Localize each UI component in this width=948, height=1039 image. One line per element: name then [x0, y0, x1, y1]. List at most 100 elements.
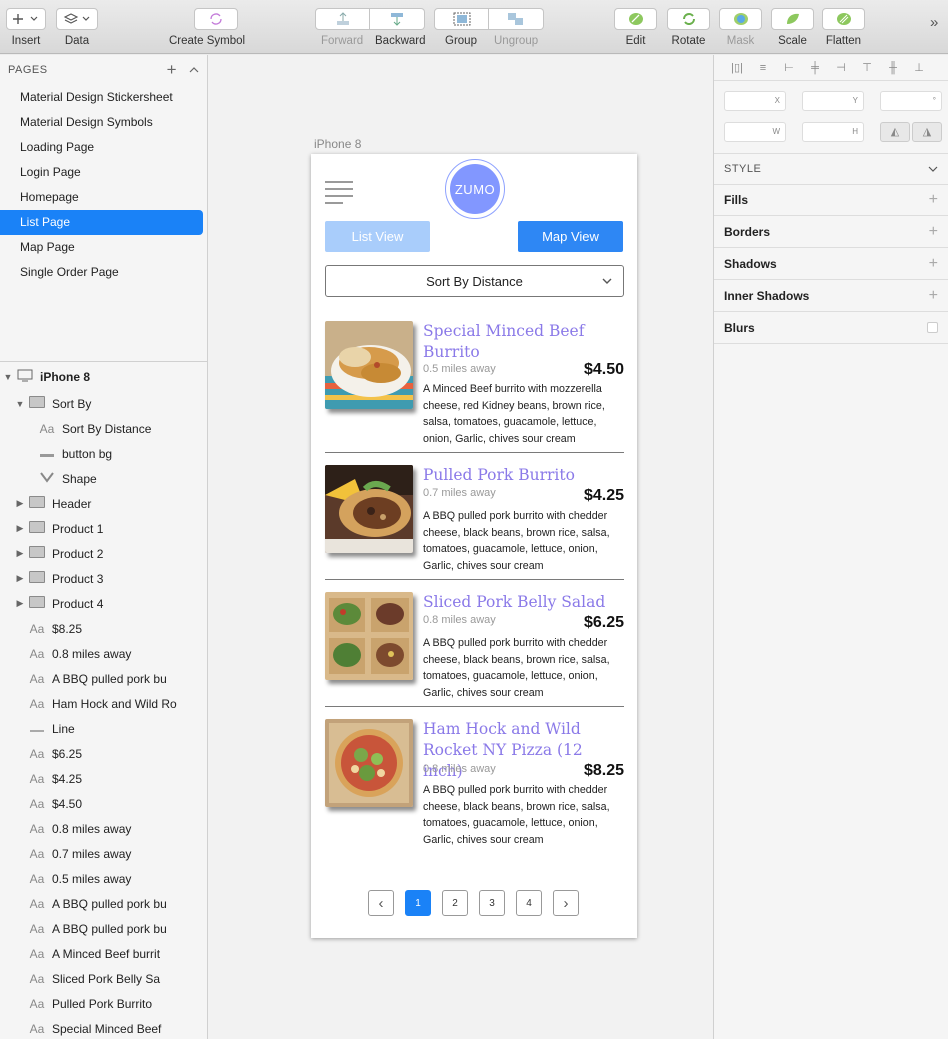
pagination-page-1[interactable]: 1: [405, 890, 431, 916]
shadows-section[interactable]: Shadows +: [714, 248, 948, 280]
layer-text[interactable]: Aa 0.7 miles away: [0, 841, 207, 866]
layer-text[interactable]: Aa Sort By Distance: [0, 416, 207, 441]
add-fill-icon[interactable]: +: [929, 191, 938, 209]
layer-text[interactable]: Aa Ham Hock and Wild Ro: [0, 691, 207, 716]
x-field[interactable]: X: [724, 91, 786, 111]
pagination-next-button[interactable]: ›: [553, 890, 579, 916]
rotation-field[interactable]: °: [880, 91, 942, 111]
product-name[interactable]: Special Minced Beef Burrito: [423, 321, 623, 363]
layer-group[interactable]: ▶ Header: [0, 491, 207, 516]
pagination-page-4[interactable]: 4: [516, 890, 542, 916]
data-tool[interactable]: Data: [56, 8, 98, 47]
layer-group[interactable]: ▶ Product 3: [0, 566, 207, 591]
y-field[interactable]: Y: [802, 91, 864, 111]
layer-artboard[interactable]: ▼ iPhone 8: [0, 363, 207, 391]
add-border-icon[interactable]: +: [929, 223, 938, 241]
edit-tool[interactable]: Edit: [614, 8, 657, 47]
layer-group[interactable]: ▶ Product 1: [0, 516, 207, 541]
layer-shape[interactable]: Shape: [0, 466, 207, 491]
layer-text[interactable]: Aa A Minced Beef burrit: [0, 941, 207, 966]
flatten-tool[interactable]: Flatten: [822, 8, 865, 47]
disclosure-open-icon[interactable]: ▼: [14, 399, 26, 409]
width-field[interactable]: W: [724, 122, 786, 142]
disclosure-closed-icon[interactable]: ▶: [14, 548, 26, 559]
layer-group[interactable]: ▶ Product 4: [0, 591, 207, 616]
align-left-icon[interactable]: ⊢: [776, 61, 802, 74]
add-page-icon[interactable]: +: [167, 60, 177, 80]
mask-tool[interactable]: Mask: [719, 8, 762, 47]
layer-text[interactable]: Aa Pulled Pork Burrito: [0, 991, 207, 1016]
sort-dropdown[interactable]: Sort By Distance: [325, 265, 624, 297]
page-item[interactable]: Loading Page: [0, 135, 207, 160]
disclosure-open-icon[interactable]: ▼: [2, 372, 14, 382]
product-name[interactable]: Pulled Pork Burrito: [423, 465, 623, 486]
disclosure-closed-icon[interactable]: ▶: [14, 523, 26, 534]
product-card[interactable]: Pulled Pork Burrito 0.7 miles away $4.25…: [325, 465, 624, 581]
blurs-section[interactable]: Blurs: [714, 312, 948, 344]
layer-text[interactable]: Aa 0.8 miles away: [0, 641, 207, 666]
layer-text[interactable]: Aa A BBQ pulled pork bu: [0, 916, 207, 941]
product-card[interactable]: Ham Hock and Wild Rocket NY Pizza (12 in…: [325, 719, 624, 851]
layer-text[interactable]: Aa A BBQ pulled pork bu: [0, 891, 207, 916]
fills-section[interactable]: Fills +: [714, 184, 948, 216]
list-view-button[interactable]: List View: [325, 221, 430, 252]
pagination-prev-button[interactable]: ‹: [368, 890, 394, 916]
product-card[interactable]: Special Minced Beef Burrito 0.5 miles aw…: [325, 321, 624, 453]
distribute-horizontal-icon[interactable]: |▯|: [724, 61, 750, 74]
pagination-page-2[interactable]: 2: [442, 890, 468, 916]
align-middle-icon[interactable]: ╫: [880, 62, 906, 74]
page-item[interactable]: Homepage: [0, 185, 207, 210]
align-top-icon[interactable]: ⊤: [854, 61, 880, 74]
layer-text[interactable]: Aa $8.25: [0, 616, 207, 641]
flip-vertical-icon[interactable]: ◮: [912, 122, 942, 142]
align-right-icon[interactable]: ⊣: [828, 61, 854, 74]
align-center-icon[interactable]: ╪: [802, 62, 828, 74]
ungroup-button[interactable]: [489, 8, 544, 30]
align-bottom-icon[interactable]: ⊥: [906, 61, 932, 74]
layer-text[interactable]: Aa 0.5 miles away: [0, 866, 207, 891]
disclosure-closed-icon[interactable]: ▶: [14, 498, 26, 509]
blur-checkbox[interactable]: [927, 322, 938, 333]
add-inner-shadow-icon[interactable]: +: [929, 287, 938, 305]
layer-text[interactable]: Aa $6.25: [0, 741, 207, 766]
disclosure-closed-icon[interactable]: ▶: [14, 598, 26, 609]
artboard-iphone[interactable]: ZUMO List View Map View Sort By Distance: [311, 154, 637, 938]
pagination-page-3[interactable]: 3: [479, 890, 505, 916]
insert-tool[interactable]: Insert: [6, 8, 46, 47]
height-field[interactable]: H: [802, 122, 864, 142]
canvas[interactable]: iPhone 8 ZUMO List View Map View Sort By…: [208, 55, 713, 1039]
layer-group[interactable]: ▶ Product 2: [0, 541, 207, 566]
collapse-pages-icon[interactable]: [189, 64, 199, 76]
borders-section[interactable]: Borders +: [714, 216, 948, 248]
page-item[interactable]: Material Design Stickersheet: [0, 85, 207, 110]
map-view-button[interactable]: Map View: [518, 221, 623, 252]
scale-tool[interactable]: Scale: [771, 8, 814, 47]
layer-text[interactable]: Aa $4.25: [0, 766, 207, 791]
layer-group[interactable]: ▼ Sort By: [0, 391, 207, 416]
add-shadow-icon[interactable]: +: [929, 255, 938, 273]
disclosure-closed-icon[interactable]: ▶: [14, 573, 26, 584]
style-header[interactable]: STYLE: [714, 153, 948, 185]
product-card[interactable]: Sliced Pork Belly Salad 0.8 miles away $…: [325, 592, 624, 708]
hamburger-menu-icon[interactable]: [325, 181, 353, 209]
layer-text[interactable]: Aa A BBQ pulled pork bu: [0, 666, 207, 691]
rotate-tool[interactable]: Rotate: [667, 8, 710, 47]
forward-button[interactable]: [315, 8, 370, 30]
layer-line[interactable]: Line: [0, 716, 207, 741]
toolbar-overflow-icon[interactable]: »: [930, 14, 938, 31]
backward-button[interactable]: [370, 8, 425, 30]
layer-text[interactable]: Aa $4.50: [0, 791, 207, 816]
layer-text[interactable]: Aa Sliced Pork Belly Sa: [0, 966, 207, 991]
page-item-active[interactable]: List Page: [0, 210, 203, 235]
layer-text[interactable]: Aa 0.8 miles away: [0, 816, 207, 841]
page-item[interactable]: Material Design Symbols: [0, 110, 207, 135]
layer-text[interactable]: Aa Special Minced Beef: [0, 1016, 207, 1039]
inner-shadows-section[interactable]: Inner Shadows +: [714, 280, 948, 312]
artboard-title[interactable]: iPhone 8: [314, 137, 361, 151]
create-symbol-tool[interactable]: Create Symbol: [169, 8, 245, 47]
page-item[interactable]: Map Page: [0, 235, 207, 260]
product-name[interactable]: Sliced Pork Belly Salad: [423, 592, 623, 613]
page-item[interactable]: Login Page: [0, 160, 207, 185]
flip-horizontal-icon[interactable]: ◭: [880, 122, 910, 142]
group-button[interactable]: [434, 8, 489, 30]
